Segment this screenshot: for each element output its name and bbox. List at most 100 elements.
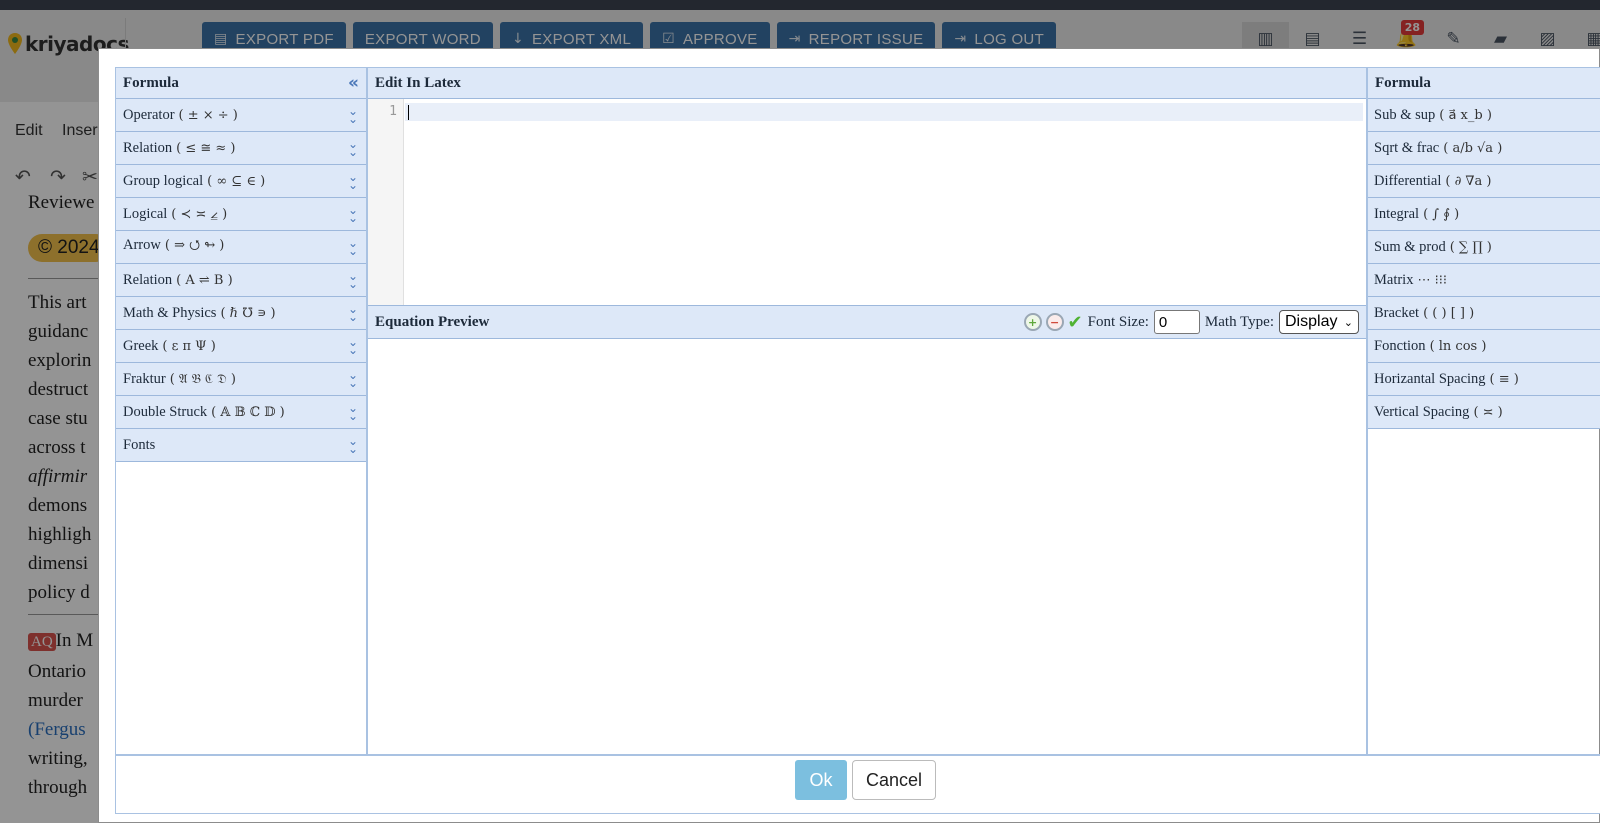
- formula-category-group-logical[interactable]: Group logical( ∞ ⊆ ∈ ) ⌄ ⌄: [116, 165, 366, 198]
- center-panel: Edit In Latex 1 Equation Preview + − ✔ F…: [368, 68, 1366, 754]
- right-panel-header: Formula: [1368, 68, 1600, 99]
- expand-chevron-icon[interactable]: ⌄ ⌄: [345, 204, 359, 224]
- left-panel-title: Formula: [123, 74, 179, 91]
- math-type-select[interactable]: Display ⌄: [1279, 310, 1359, 334]
- category-label: Bracket: [1374, 304, 1420, 321]
- formula-category-double-struck[interactable]: Double Struck( 𝔸 𝔹 ℂ 𝔻 ) ⌄ ⌄: [116, 396, 366, 429]
- formula-category-arrow[interactable]: Arrow( ⇒ ⭯ ↬ ) ⌄ ⌄: [116, 231, 366, 264]
- formula-category-fonts[interactable]: Fonts ⌄ ⌄: [116, 429, 366, 462]
- formula-category-sqrt-frac[interactable]: Sqrt & frac( a/b √a ): [1368, 132, 1600, 165]
- category-label: Sub & sup: [1374, 106, 1436, 123]
- category-label: Fonction: [1374, 337, 1426, 354]
- category-label: Relation: [123, 139, 173, 156]
- latex-editor[interactable]: 1: [368, 99, 1366, 305]
- formula-category-integral[interactable]: Integral( ∫ ∮ ): [1368, 198, 1600, 231]
- active-line-highlight: [405, 103, 1363, 121]
- category-label: Greek: [123, 337, 159, 354]
- category-label: Double Struck: [123, 403, 208, 420]
- category-label: Arrow: [123, 237, 161, 253]
- formula-category-fonction[interactable]: Fonction( ln cos ): [1368, 330, 1600, 363]
- font-size-value: 0: [1158, 313, 1168, 331]
- category-symbols: ( ∂ ∇a ): [1445, 173, 1492, 189]
- zoom-in-icon[interactable]: +: [1023, 313, 1042, 331]
- formula-category-differential[interactable]: Differential( ∂ ∇a ): [1368, 165, 1600, 198]
- category-label: Operator: [123, 106, 175, 123]
- expand-chevron-icon[interactable]: ⌄ ⌄: [345, 138, 359, 158]
- line-number: 1: [389, 104, 397, 119]
- formula-category-math-physics[interactable]: Math & Physics( ℏ ℧ ∍ ) ⌄ ⌄: [116, 297, 366, 330]
- equation-preview-area: [368, 339, 1366, 754]
- collapse-left-icon[interactable]: «: [348, 73, 359, 93]
- font-size-label: Font Size:: [1087, 313, 1149, 330]
- category-label-group: Relation( A ⇌ B ): [123, 272, 233, 289]
- category-label: Fonts: [123, 436, 156, 453]
- category-label: Integral: [1374, 205, 1420, 222]
- formula-category-logical[interactable]: Logical( ≺ ≍ ⦤ ) ⌄ ⌄: [116, 198, 366, 231]
- category-label: Fraktur: [123, 370, 166, 387]
- category-symbols: ( A ⇌ B ): [176, 272, 233, 288]
- category-label: Vertical Spacing: [1374, 403, 1470, 420]
- formula-category-sum-prod[interactable]: Sum & prod( ∑ ∏ ): [1368, 231, 1600, 264]
- category-symbols: ( ℏ ℧ ∍ ): [220, 305, 276, 321]
- category-symbols: ( ln cos ): [1429, 338, 1487, 354]
- expand-chevron-icon[interactable]: ⌄ ⌄: [345, 435, 359, 455]
- formula-category-vertical-spacing[interactable]: Vertical Spacing( ≍ ): [1368, 396, 1600, 429]
- expand-chevron-icon[interactable]: ⌄ ⌄: [345, 369, 359, 389]
- category-label: Horizantal Spacing: [1374, 370, 1486, 387]
- category-label-group: Relation( ≤ ≅ ≈ ): [123, 140, 236, 157]
- expand-chevron-icon[interactable]: ⌄ ⌄: [345, 105, 359, 125]
- category-symbols: ( ε π Ψ ): [162, 338, 216, 354]
- zoom-out-icon[interactable]: −: [1045, 313, 1064, 331]
- left-panel-header: Formula «: [116, 68, 366, 99]
- latex-title: Edit In Latex: [375, 74, 461, 91]
- line-number-gutter: 1: [368, 99, 404, 305]
- formula-category-relation[interactable]: Relation( A ⇌ B ) ⌄ ⌄: [116, 264, 366, 297]
- category-label-group: Math & Physics( ℏ ℧ ∍ ): [123, 305, 276, 322]
- category-symbols: ( ± × ÷ ): [178, 107, 238, 123]
- formula-category-greek[interactable]: Greek( ε π Ψ ) ⌄ ⌄: [116, 330, 366, 363]
- formula-category-horizantal-spacing[interactable]: Horizantal Spacing( ≡ ): [1368, 363, 1600, 396]
- formula-category-sub-sup[interactable]: Sub & sup( a⃗ x_b ): [1368, 99, 1600, 132]
- category-label-group: Fonts: [123, 437, 155, 454]
- right-formula-panel: Formula Sub & sup( a⃗ x_b ) Sqrt & frac( …: [1366, 68, 1600, 754]
- category-symbols: ( ⇒ ⭯ ↬ ): [164, 238, 225, 253]
- category-label-group: Fraktur( 𝔄 𝔅 ℭ 𝔇 ): [123, 371, 236, 388]
- cancel-button[interactable]: Cancel: [852, 760, 936, 800]
- category-label: Group logical: [123, 172, 204, 189]
- chevron-down-icon: ⌄: [1343, 315, 1353, 329]
- expand-chevron-icon[interactable]: ⌄ ⌄: [345, 171, 359, 191]
- dialog-footer: Ok Cancel: [116, 754, 1600, 813]
- math-type-label: Math Type:: [1204, 313, 1274, 330]
- category-symbols: ( a⃗ x_b ): [1439, 107, 1492, 123]
- category-symbols: ( 𝔄 𝔅 ℭ 𝔇 ): [169, 371, 236, 387]
- category-symbols: ( a/b √a ): [1443, 140, 1503, 156]
- expand-chevron-icon[interactable]: ⌄ ⌄: [345, 336, 359, 356]
- left-formula-panel: Formula « Operator( ± × ÷ ) ⌄ ⌄ Relation( ≤…: [116, 68, 368, 754]
- category-symbols: ( ∫ ∮ ): [1423, 206, 1460, 222]
- expand-chevron-icon[interactable]: ⌄ ⌄: [345, 402, 359, 422]
- expand-chevron-icon[interactable]: ⌄ ⌄: [345, 237, 359, 257]
- category-symbols: ( ≍ ): [1473, 404, 1503, 420]
- expand-chevron-icon[interactable]: ⌄ ⌄: [345, 303, 359, 323]
- preview-header: Equation Preview + − ✔ Font Size: 0 Math…: [368, 305, 1366, 339]
- font-size-input[interactable]: 0: [1153, 310, 1200, 334]
- formula-category-operator[interactable]: Operator( ± × ÷ ) ⌄ ⌄: [116, 99, 366, 132]
- category-label-group: Double Struck( 𝔸 𝔹 ℂ 𝔻 ): [123, 404, 285, 421]
- category-label-group: Group logical( ∞ ⊆ ∈ ): [123, 173, 265, 190]
- math-type-value: Display: [1285, 313, 1338, 330]
- ok-button[interactable]: Ok: [795, 760, 847, 800]
- category-label: Matrix: [1374, 271, 1414, 288]
- category-label: Sum & prod: [1374, 238, 1446, 255]
- formula-category-fraktur[interactable]: Fraktur( 𝔄 𝔅 ℭ 𝔇 ) ⌄ ⌄: [116, 363, 366, 396]
- formula-category-relation[interactable]: Relation( ≤ ≅ ≈ ) ⌄ ⌄: [116, 132, 366, 165]
- formula-category-bracket[interactable]: Bracket( ( ) [ ] ): [1368, 297, 1600, 330]
- right-panel-title: Formula: [1375, 74, 1431, 91]
- dialog-body: Formula « Operator( ± × ÷ ) ⌄ ⌄ Relation( ≤…: [115, 67, 1600, 814]
- preview-title: Equation Preview: [375, 313, 490, 330]
- formula-category-matrix[interactable]: Matrix ⋯ ⁝⁝⁝: [1368, 264, 1600, 297]
- check-icon[interactable]: ✔: [1068, 312, 1083, 333]
- category-label-group: Greek( ε π Ψ ): [123, 338, 216, 355]
- category-symbols: ( ≺ ≍ ⦤ ): [171, 206, 228, 222]
- expand-chevron-icon[interactable]: ⌄ ⌄: [345, 270, 359, 290]
- category-symbols: ( ≤ ≅ ≈ ): [176, 140, 236, 156]
